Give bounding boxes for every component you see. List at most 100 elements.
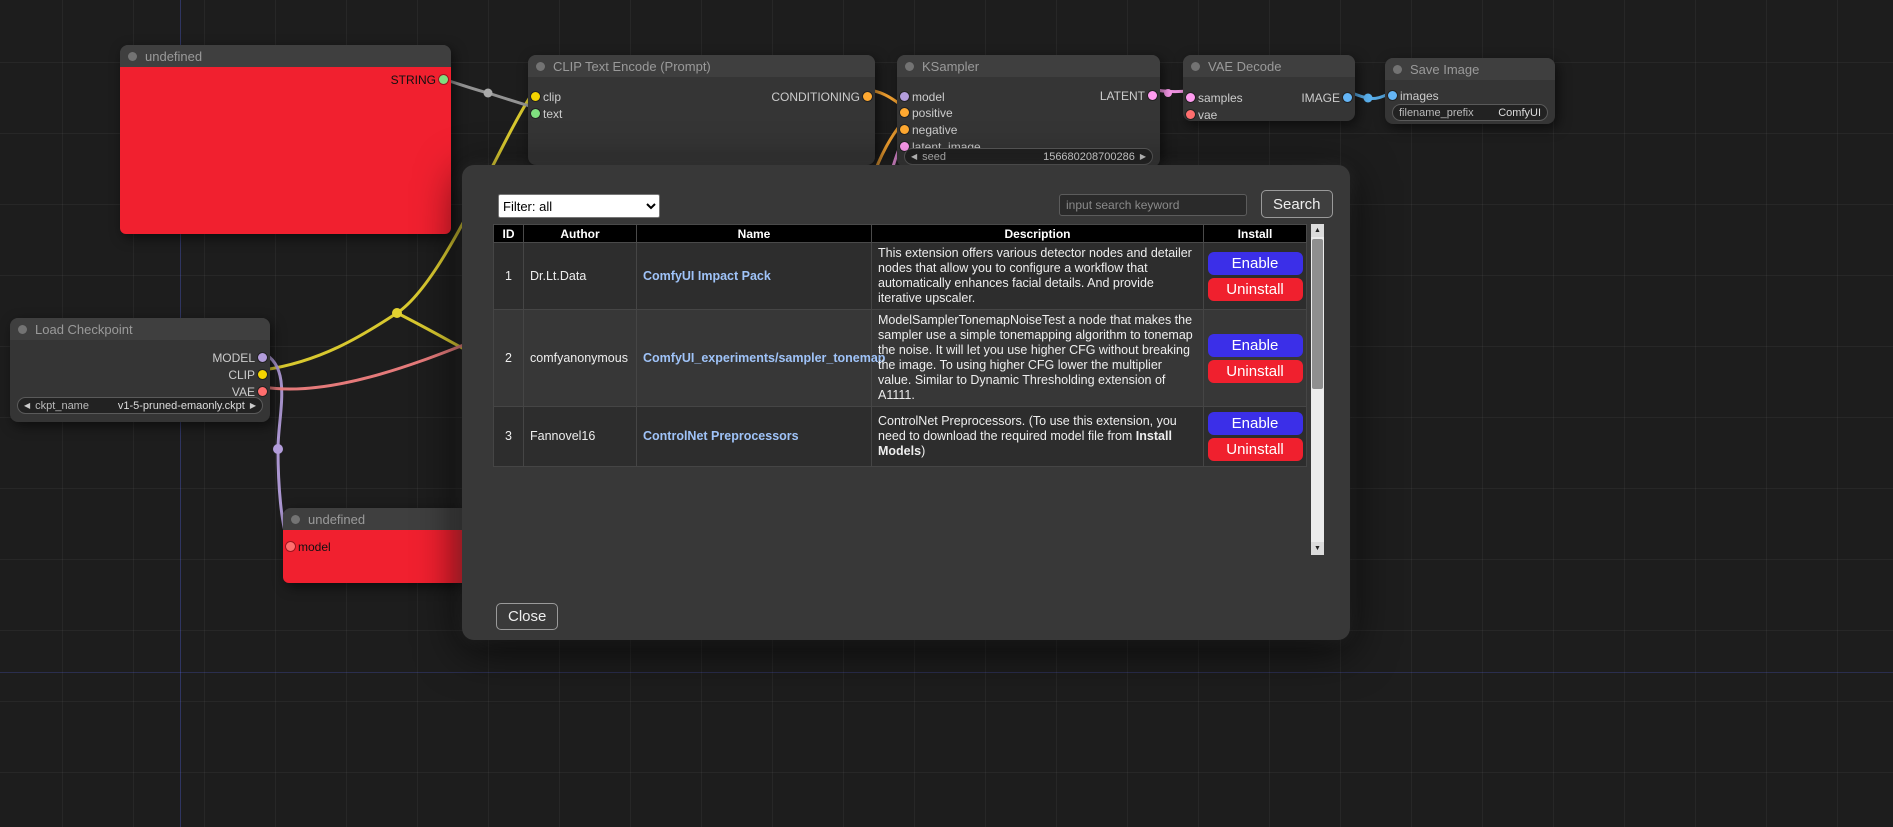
seed-widget[interactable]: ◀ seed 156680208700286 ▶ [904,148,1153,165]
reroute-dot-pink [1164,89,1172,97]
node-undefined-bottom[interactable]: undefined model [283,508,483,583]
conditioning-output-dot[interactable] [863,92,872,101]
latent-image-input-dot[interactable] [900,142,909,151]
enable-button[interactable]: Enable [1208,412,1303,435]
ckpt-widget-value: v1-5-pruned-emaonly.ckpt [118,400,245,412]
next-arrow-icon[interactable]: ▶ [250,402,256,410]
node-title-bar[interactable]: CLIP Text Encode (Prompt) [528,55,875,77]
model-output-dot[interactable] [258,353,267,362]
collapse-dot-icon[interactable] [128,52,137,61]
uninstall-button[interactable]: Uninstall [1208,438,1303,461]
input-label-samples: samples [1198,91,1243,105]
uninstall-button[interactable]: Uninstall [1208,360,1303,383]
cell-name: ComfyUI Impact Pack [637,243,872,310]
node-title: Load Checkpoint [35,322,133,337]
text-input-dot[interactable] [531,109,540,118]
model-input-dot[interactable] [900,92,909,101]
output-label-model: MODEL [212,351,255,365]
model-input-dot[interactable] [286,542,295,551]
extension-link[interactable]: ControlNet Preprocessors [643,429,799,443]
seed-widget-value: 156680208700286 [1043,151,1135,163]
increment-arrow-icon[interactable]: ▶ [1140,153,1146,161]
node-undefined-top[interactable]: undefined STRING [120,45,451,234]
ckpt-name-widget[interactable]: ◀ ckpt_name v1-5-pruned-emaonly.ckpt ▶ [17,397,263,414]
enable-button[interactable]: Enable [1208,334,1303,357]
prev-arrow-icon[interactable]: ◀ [24,402,30,410]
header-name: Name [637,225,872,243]
header-id: ID [494,225,524,243]
wire-clip-branch [397,313,466,350]
samples-input-dot[interactable] [1186,93,1195,102]
collapse-dot-icon[interactable] [18,325,27,334]
scroll-down-icon[interactable]: ▼ [1311,542,1324,555]
vae-input-dot[interactable] [1186,110,1195,119]
latent-output-dot[interactable] [1148,91,1157,100]
table-row: 2 comfyanonymous ComfyUI_experiments/sam… [494,310,1307,407]
collapse-dot-icon[interactable] [1191,62,1200,71]
cell-name: ControlNet Preprocessors [637,407,872,467]
vae-output-dot[interactable] [258,387,267,396]
node-title-bar[interactable]: KSampler [897,55,1160,77]
filter-select[interactable]: Filter: all [498,194,660,218]
output-label-latent: LATENT [1100,89,1145,103]
node-title-bar[interactable]: Load Checkpoint [10,318,270,340]
search-button[interactable]: Search [1261,190,1333,218]
scrollbar-thumb[interactable] [1312,239,1323,389]
table-header-row: ID Author Name Description Install [494,225,1307,243]
collapse-dot-icon[interactable] [291,515,300,524]
enable-button[interactable]: Enable [1208,252,1303,275]
extension-table: ID Author Name Description Install 1 Dr.… [493,224,1307,467]
node-body: STRING [120,67,451,234]
collapse-dot-icon[interactable] [536,62,545,71]
node-title: CLIP Text Encode (Prompt) [553,59,711,74]
output-label-clip: CLIP [228,368,255,382]
node-title: undefined [145,49,202,64]
clip-input-dot[interactable] [531,92,540,101]
close-button[interactable]: Close [496,603,558,630]
extension-link[interactable]: ComfyUI Impact Pack [643,269,771,283]
cell-install: Enable Uninstall [1204,407,1307,467]
filename-prefix-widget[interactable]: filename_prefix ComfyUI [1392,104,1548,121]
extension-link[interactable]: ComfyUI_experiments/sampler_tonemap [643,351,885,365]
images-input-dot[interactable] [1388,91,1397,100]
reroute-dot-yellow [392,308,402,318]
node-load-checkpoint[interactable]: Load Checkpoint MODEL CLIP VAE ◀ ckpt_na… [10,318,270,422]
node-title-bar[interactable]: undefined [120,45,451,67]
wire-vae [263,344,466,389]
image-output-dot[interactable] [1343,93,1352,102]
description-text: ControlNet Preprocessors. (To use this e… [878,414,1177,443]
node-title-bar[interactable]: undefined [283,508,483,530]
table-scrollbar[interactable]: ▲ ▼ [1311,224,1324,555]
search-input[interactable] [1059,194,1247,216]
node-title-bar[interactable]: VAE Decode [1183,55,1355,77]
reroute-dot-blue [1364,94,1373,103]
node-vae-decode[interactable]: VAE Decode samples vae IMAGE [1183,55,1355,121]
node-body: images filename_prefix ComfyUI [1385,80,1555,124]
output-label-conditioning: CONDITIONING [771,90,860,104]
node-ksampler[interactable]: KSampler model positive negative latent_… [897,55,1160,167]
collapse-dot-icon[interactable] [905,62,914,71]
reroute-dot-grey [484,89,493,98]
cell-author: Fannovel16 [524,407,637,467]
node-body: samples vae IMAGE [1183,77,1355,121]
negative-input-dot[interactable] [900,125,909,134]
header-author: Author [524,225,637,243]
collapse-dot-icon[interactable] [1393,65,1402,74]
node-clip-text-encode[interactable]: CLIP Text Encode (Prompt) clip text COND… [528,55,875,165]
table-row: 1 Dr.Lt.Data ComfyUI Impact Pack This ex… [494,243,1307,310]
node-title-bar[interactable]: Save Image [1385,58,1555,80]
input-label-images: images [1400,89,1439,103]
clip-output-dot[interactable] [258,370,267,379]
output-label-image: IMAGE [1301,91,1340,105]
scroll-up-icon[interactable]: ▲ [1311,224,1324,237]
node-body: clip text CONDITIONING [528,77,875,165]
decrement-arrow-icon[interactable]: ◀ [911,153,917,161]
seed-widget-label: seed [922,151,946,163]
comfyui-canvas[interactable]: undefined STRING CLIP Text Encode (Promp… [0,0,1893,827]
uninstall-button[interactable]: Uninstall [1208,278,1303,301]
string-output-dot[interactable] [439,75,448,84]
description-suffix-text: ) [921,444,925,458]
node-save-image[interactable]: Save Image images filename_prefix ComfyU… [1385,58,1555,124]
description-text: ModelSamplerTonemapNoiseTest a node that… [878,313,1193,402]
positive-input-dot[interactable] [900,108,909,117]
